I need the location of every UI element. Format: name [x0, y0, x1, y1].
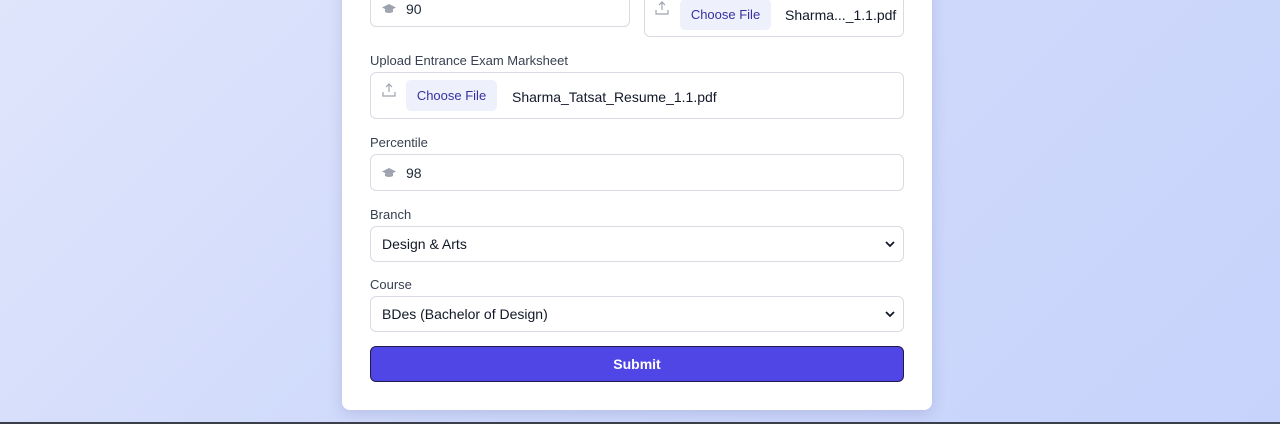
chevron-down-icon: [885, 241, 895, 248]
submit-button[interactable]: Submit: [370, 346, 904, 382]
chosen-file-name: Sharma_Tatsat_Resume_1.1.pdf: [512, 89, 717, 105]
percentile-label: Percentile: [370, 135, 428, 150]
course-select[interactable]: BDes (Bachelor of Design): [370, 296, 904, 332]
graduation-cap-icon: [382, 167, 396, 177]
graduation-cap-icon: [382, 3, 396, 13]
percentile-input[interactable]: 98: [370, 154, 904, 191]
choose-file-button[interactable]: Choose File: [680, 0, 771, 30]
marksheet-upload-field[interactable]: Choose File Sharma..._1.1.pdf: [644, 0, 904, 37]
course-label: Course: [370, 277, 412, 292]
chevron-down-icon: [885, 311, 895, 318]
entrance-marksheet-upload-field[interactable]: Choose File Sharma_Tatsat_Resume_1.1.pdf: [370, 72, 904, 119]
marks-value: 90: [406, 0, 422, 17]
upload-icon: [382, 83, 396, 97]
upload-icon: [655, 1, 669, 15]
branch-label: Branch: [370, 207, 412, 222]
choose-file-button[interactable]: Choose File: [406, 80, 497, 111]
chosen-file-name: Sharma..._1.1.pdf: [785, 7, 897, 23]
branch-select[interactable]: Design & Arts: [370, 226, 904, 262]
branch-selected-value: Design & Arts: [382, 236, 467, 252]
percentile-value: 98: [406, 164, 422, 181]
marks-input[interactable]: 90: [370, 0, 630, 27]
course-selected-value: BDes (Bachelor of Design): [382, 306, 548, 322]
entrance-marksheet-label: Upload Entrance Exam Marksheet: [370, 53, 568, 68]
